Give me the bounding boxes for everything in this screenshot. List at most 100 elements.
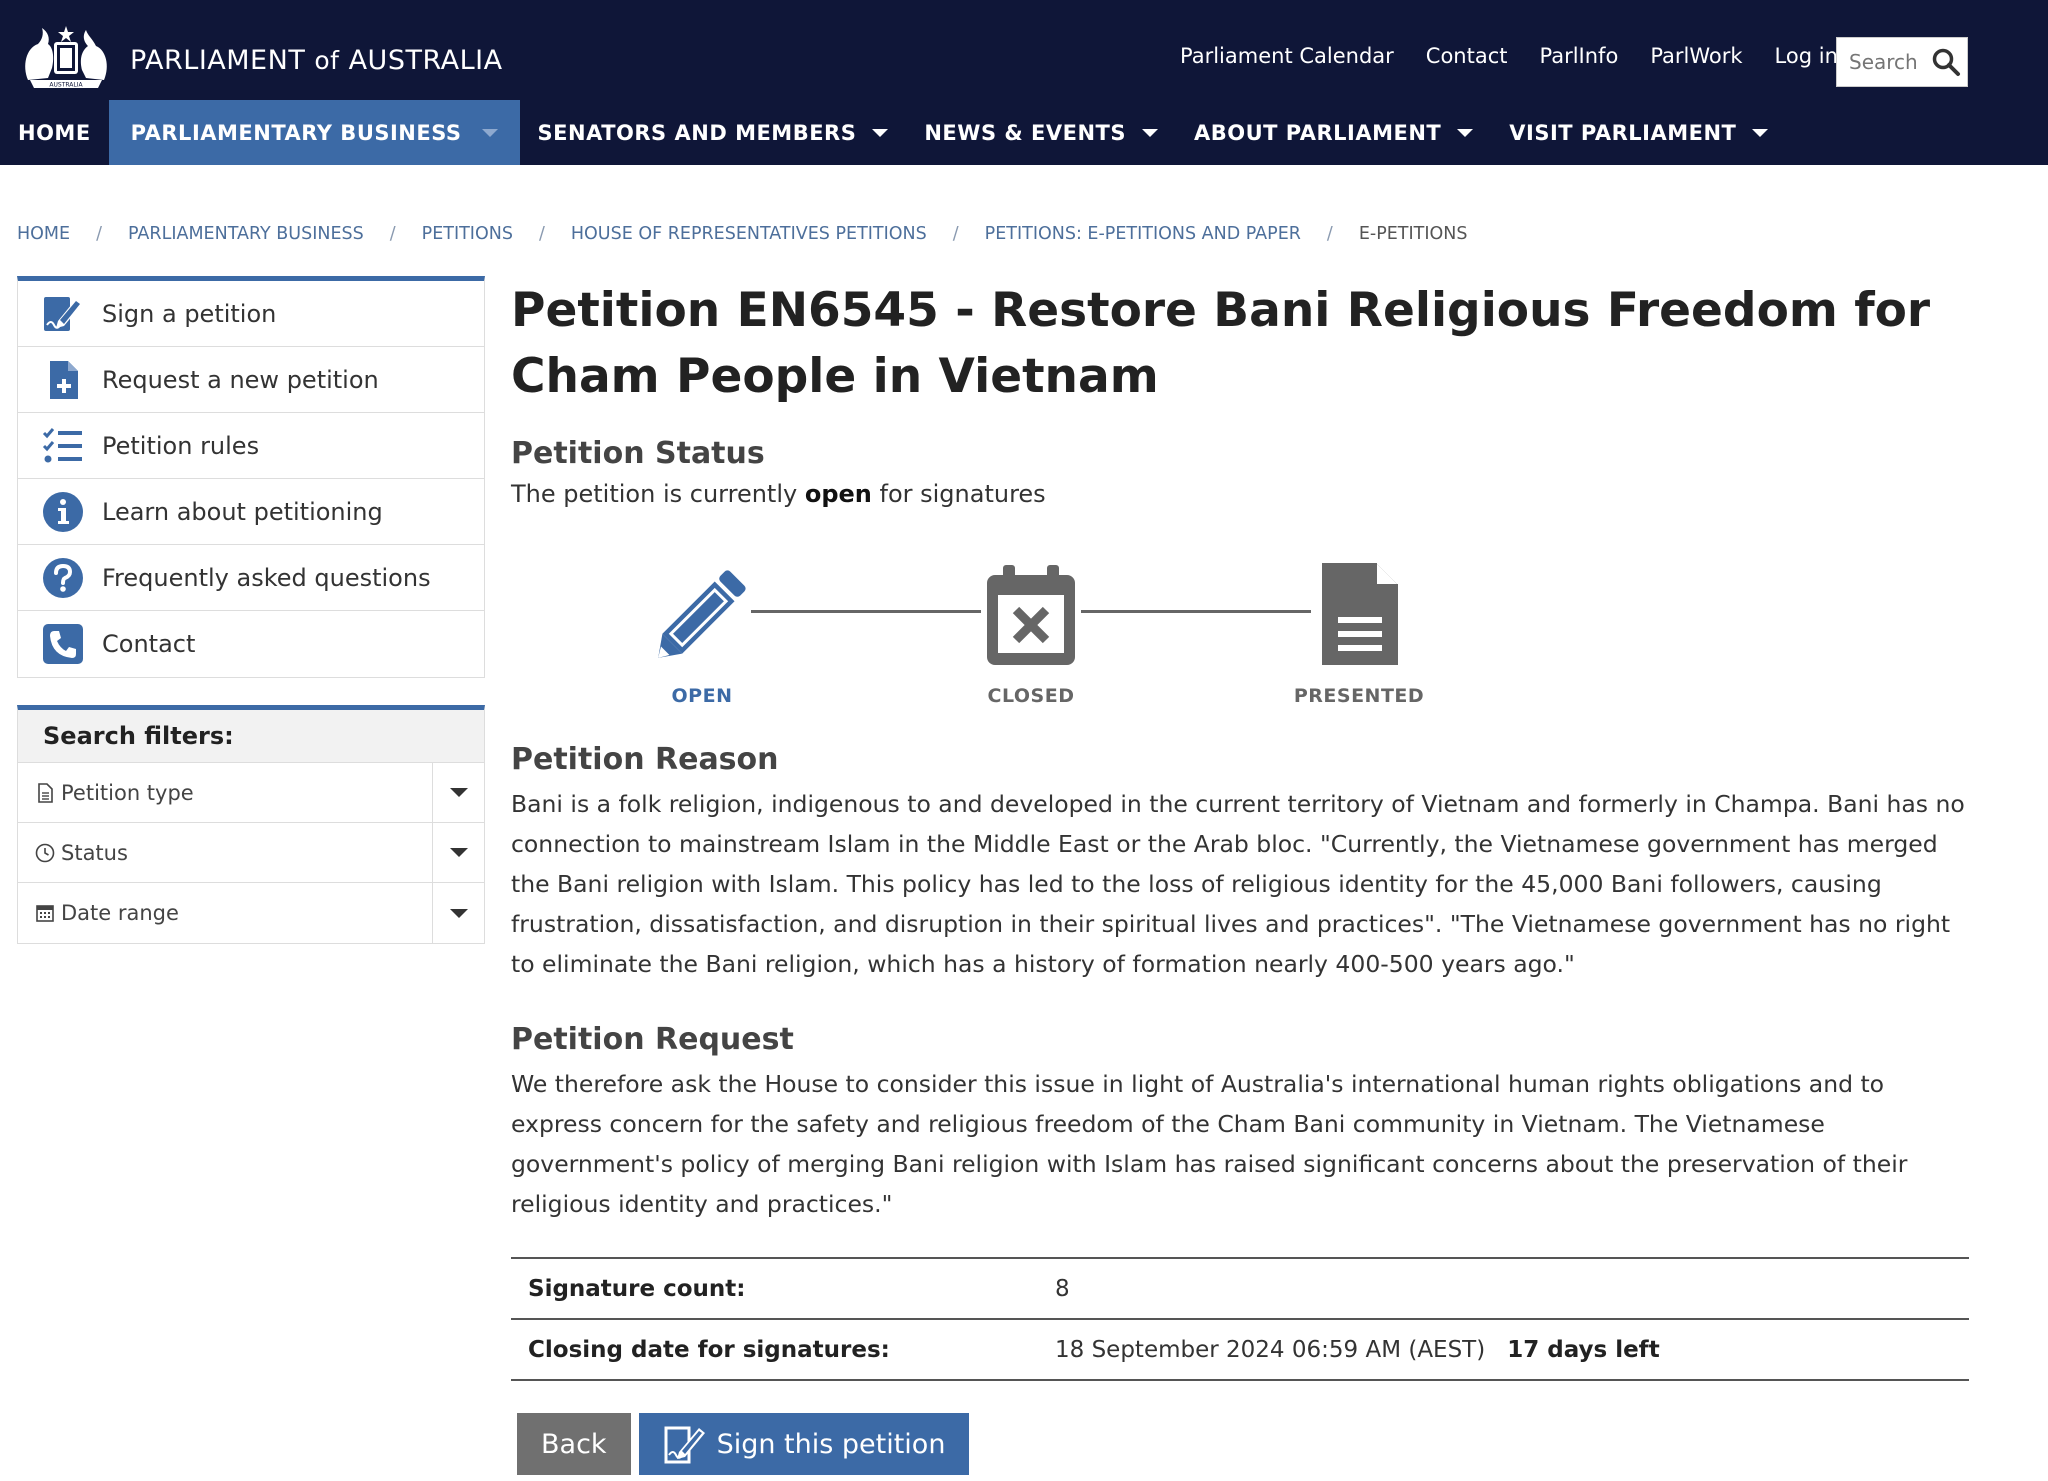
chevron-down-icon [872, 128, 889, 137]
breadcrumb-current: E-PETITIONS [1358, 224, 1468, 244]
filter-petition-type[interactable]: Petition type [18, 762, 484, 823]
chevron-down-icon [1457, 128, 1474, 137]
site-wordmark: PARLIAMENT of AUSTRALIA [130, 44, 503, 76]
caret-down-icon [449, 908, 468, 918]
utility-nav: Parliament Calendar Contact ParlInfo Par… [1180, 44, 1870, 68]
status-text: The petition is currently open for signa… [511, 480, 1046, 508]
nav-news-events[interactable]: NEWS & EVENTS [906, 100, 1176, 165]
main-nav: HOME PARLIAMENTARY BUSINESS SENATORS AND… [0, 100, 1786, 165]
stage-label: PRESENTED [1293, 685, 1425, 707]
breadcrumb-house-petitions[interactable]: HOUSE OF REPRESENTATIVES PETITIONS [571, 224, 927, 244]
sidebar-item-request-petition[interactable]: Request a new petition [18, 347, 484, 413]
document-icon [1322, 563, 1398, 665]
request-heading: Petition Request [511, 1022, 794, 1057]
petition-main: Petition EN6545 - Restore Bani Religious… [511, 276, 1969, 1475]
tracker-line [751, 610, 981, 613]
sidebar-item-label: Frequently asked questions [102, 563, 431, 592]
breadcrumb-epetitions-and-paper[interactable]: PETITIONS: E-PETITIONS AND PAPER [985, 224, 1301, 244]
parliament-logo[interactable]: AUSTRALIA PARLIAMENT of AUSTRALIA [18, 22, 503, 98]
sign-pen-icon [664, 1426, 705, 1464]
page-title: Petition EN6545 - Restore Bani Religious… [511, 283, 1931, 404]
stage-presented: PRESENTED [1279, 561, 1439, 707]
petition-sidebar: Sign a petition Request a new petition P… [17, 276, 485, 678]
nav-senators-and-members[interactable]: SENATORS AND MEMBERS [520, 100, 907, 165]
stage-label: CLOSED [987, 685, 1075, 707]
tracker-line [1081, 610, 1311, 613]
search-filters-title: Search filters: [18, 710, 484, 763]
nav-parliamentary-business[interactable]: PARLIAMENTARY BUSINESS [108, 100, 520, 165]
question-icon [43, 557, 83, 598]
crest-text: AUSTRALIA [49, 82, 83, 89]
back-button[interactable]: Back [517, 1413, 631, 1475]
filter-label: Petition type [18, 781, 432, 805]
sign-petition-button[interactable]: Sign this petition [638, 1413, 970, 1475]
reason-heading: Petition Reason [511, 742, 779, 777]
search-icon[interactable] [1931, 47, 1961, 77]
sidebar-item-learn-petitioning[interactable]: Learn about petitioning [18, 479, 484, 545]
petition-info-table: Signature count: 8 Closing date for sign… [511, 1257, 1969, 1381]
pencil-icon [658, 570, 746, 658]
info-icon [43, 491, 83, 532]
sidebar-item-label: Learn about petitioning [102, 497, 383, 526]
stage-open: OPEN [622, 561, 782, 707]
phone-icon [43, 624, 83, 664]
calendar-x-icon [987, 565, 1075, 665]
reason-text: Bani is a folk religion, indigenous to a… [511, 790, 1965, 978]
chevron-down-icon [481, 128, 498, 137]
filter-status[interactable]: Status [18, 822, 484, 883]
sidebar-item-contact[interactable]: Contact [18, 611, 484, 677]
filter-date-range-toggle[interactable] [432, 883, 484, 943]
filter-petition-type-toggle[interactable] [432, 762, 484, 823]
request-text: We therefore ask the House to consider t… [511, 1070, 1908, 1218]
stage-label: OPEN [671, 685, 733, 707]
breadcrumb-separator: / [952, 224, 959, 244]
sidebar-item-sign-petition[interactable]: Sign a petition [18, 281, 484, 347]
filter-label: Date range [18, 901, 432, 925]
caret-down-icon [449, 848, 468, 857]
sidebar-item-label: Petition rules [102, 431, 260, 460]
file-plus-icon [50, 360, 78, 399]
nav-about-parliament[interactable]: ABOUT PARLIAMENT [1176, 100, 1491, 165]
action-buttons: Back Sign this petition [517, 1413, 970, 1475]
calendar-icon [36, 905, 54, 922]
log-in-link[interactable]: Log in [1775, 44, 1838, 68]
search-input[interactable] [1837, 42, 1927, 82]
status-word: open [804, 480, 872, 508]
filter-label-text: Status [61, 840, 128, 865]
sidebar-item-label: Sign a petition [102, 299, 277, 328]
filter-date-range[interactable]: Date range [18, 883, 484, 943]
status-heading: Petition Status [511, 436, 765, 471]
parlinfo-link[interactable]: ParlInfo [1540, 44, 1619, 68]
filter-status-toggle[interactable] [432, 822, 484, 883]
sidebar-item-faq[interactable]: Frequently asked questions [18, 545, 484, 611]
sidebar-item-label: Contact [102, 630, 196, 658]
closing-date-cell: 18 September 2024 06:59 AM (AEST) 17 days… [1055, 1319, 1969, 1381]
breadcrumb-parliamentary-business[interactable]: PARLIAMENTARY BUSINESS [128, 224, 364, 244]
contact-link[interactable]: Contact [1426, 44, 1508, 68]
breadcrumb-separator: / [389, 224, 396, 244]
breadcrumb-petitions[interactable]: PETITIONS [422, 224, 513, 244]
parlwork-link[interactable]: ParlWork [1650, 44, 1742, 68]
filter-label-text: Petition type [61, 780, 194, 805]
days-left: 17 days left [1507, 1336, 1660, 1363]
signature-count-value: 8 [1055, 1258, 1969, 1320]
breadcrumb-separator: / [1326, 224, 1333, 244]
parliament-calendar-link[interactable]: Parliament Calendar [1180, 44, 1394, 68]
checklist-icon [42, 427, 82, 462]
nav-home[interactable]: HOME [0, 100, 109, 165]
table-row: Closing date for signatures: 18 Septembe… [511, 1319, 1969, 1381]
breadcrumb-home[interactable]: HOME [17, 224, 70, 244]
coat-of-arms-icon: AUSTRALIA [25, 26, 107, 89]
caret-down-icon [449, 788, 468, 797]
document-icon [38, 782, 53, 803]
sidebar-item-petition-rules[interactable]: Petition rules [18, 413, 484, 479]
sign-petition-label: Sign this petition [716, 1428, 946, 1460]
nav-visit-parliament[interactable]: VISIT PARLIAMENT [1491, 100, 1786, 165]
clock-icon [35, 843, 55, 862]
filter-label: Status [18, 841, 432, 865]
site-header: AUSTRALIA PARLIAMENT of AUSTRALIA Parlia… [0, 0, 2048, 165]
closing-date-label: Closing date for signatures: [511, 1319, 1055, 1381]
breadcrumb-separator: / [96, 224, 102, 244]
search-box [1836, 37, 1968, 87]
sidebar-item-label: Request a new petition [102, 365, 379, 394]
